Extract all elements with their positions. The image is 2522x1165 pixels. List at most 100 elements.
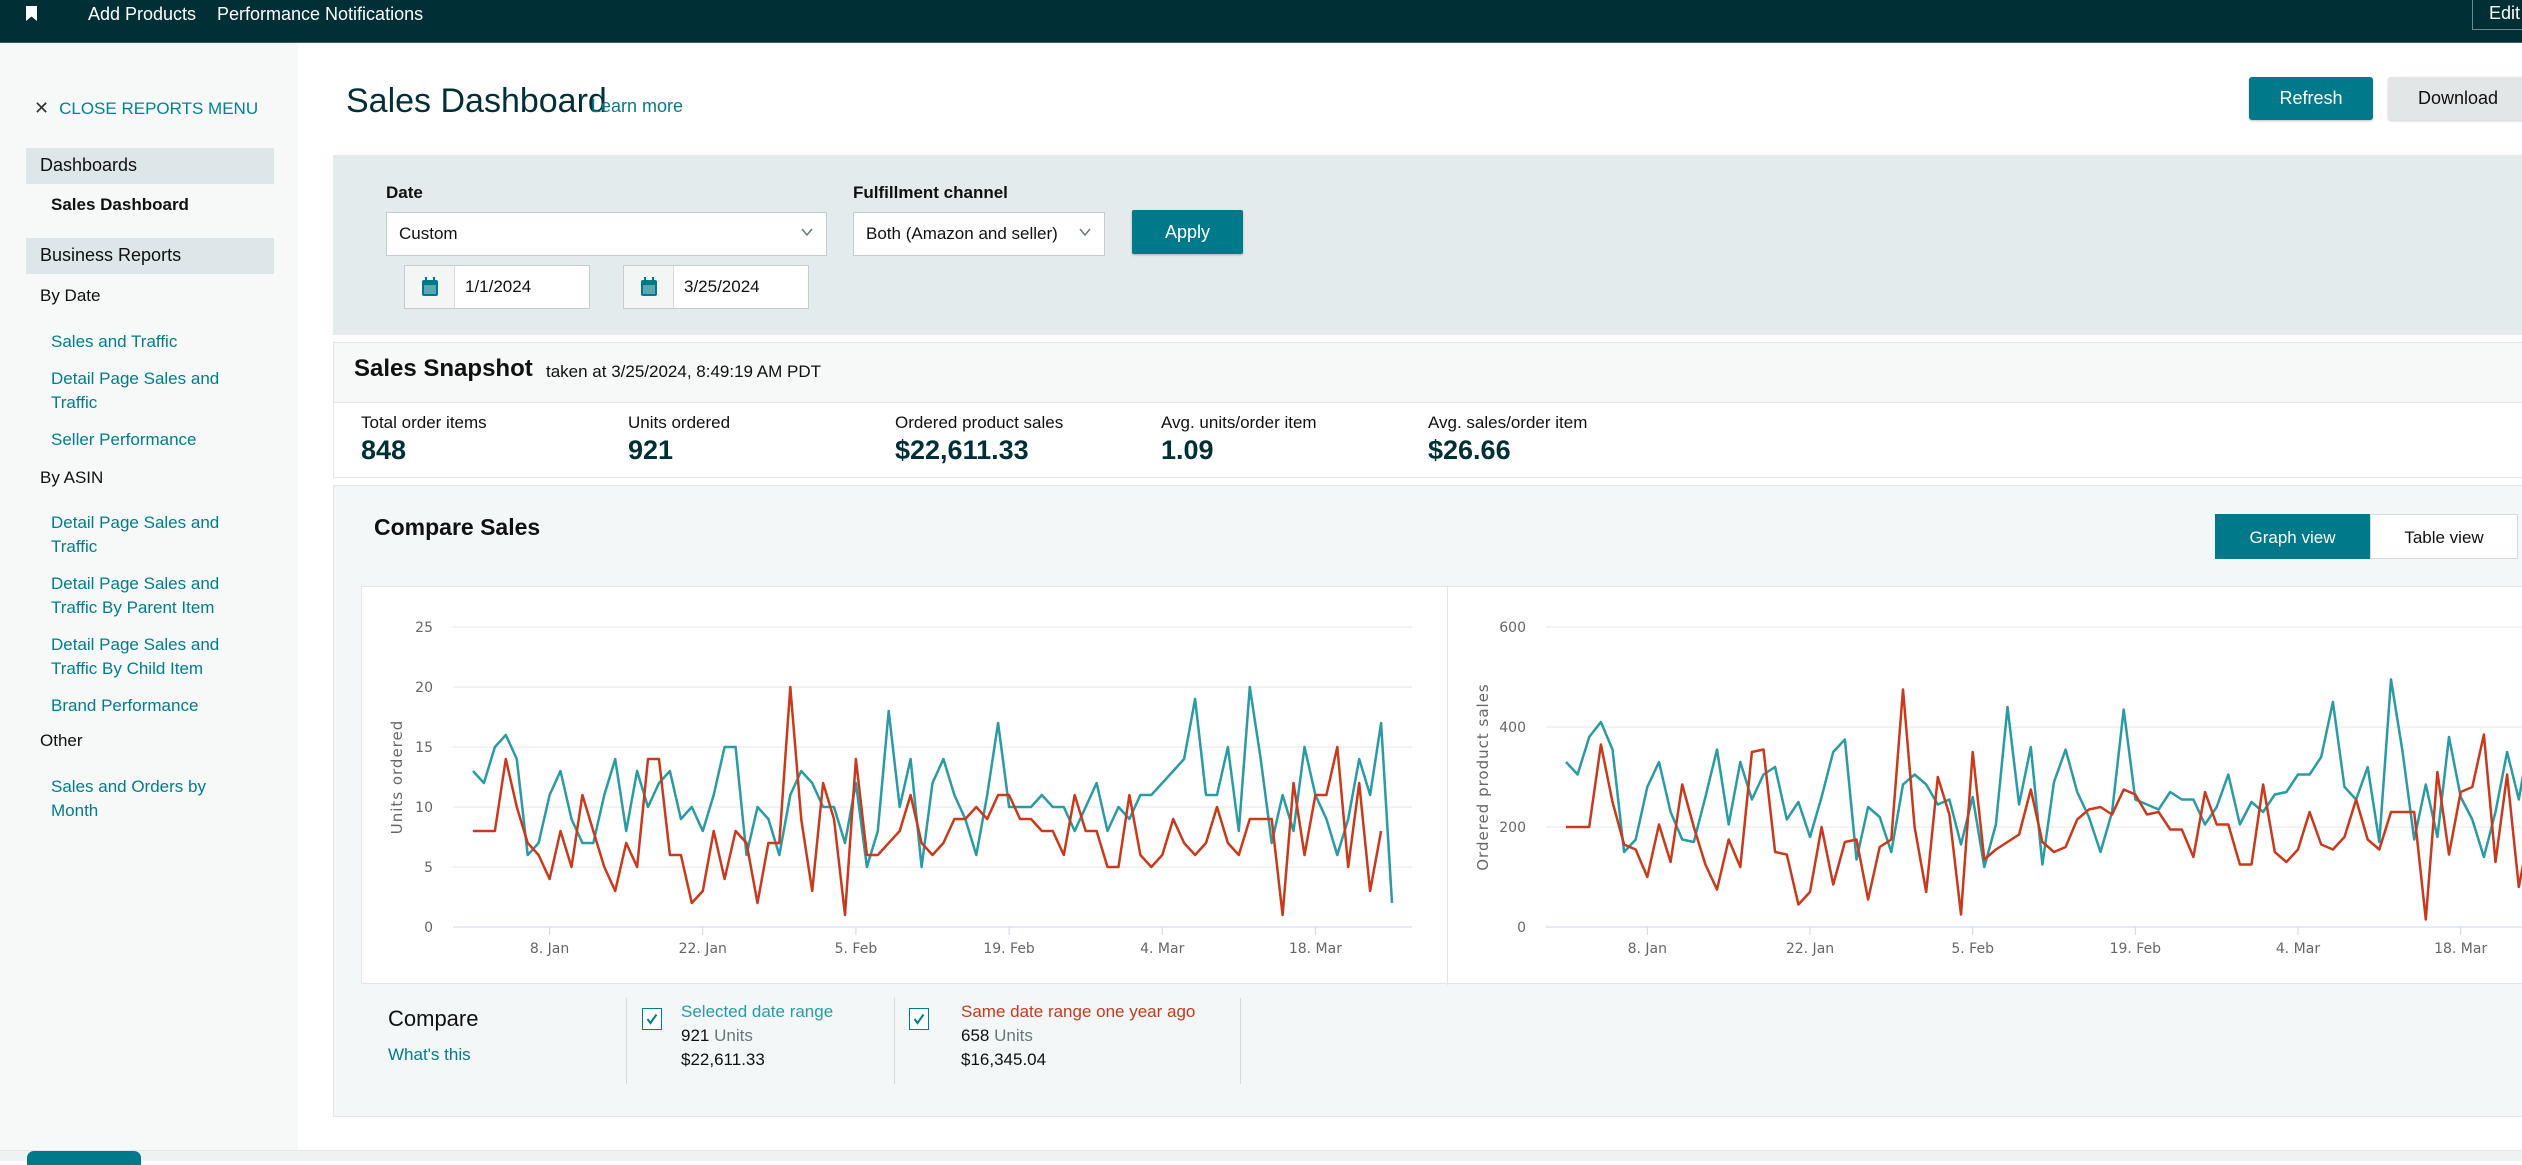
sidebar-item-asin-detail-page-sales-and-traffic[interactable]: Detail Page Sales and Traffic — [51, 511, 251, 559]
sales-snapshot-panel: Sales Snapshot taken at 3/25/2024, 8:49:… — [333, 342, 2522, 478]
fulfillment-channel-value: Both (Amazon and seller) — [866, 224, 1058, 243]
sidebar-section-business-reports: Business Reports — [26, 238, 274, 274]
x-tick-label: 22. Jan — [679, 941, 727, 957]
checkmark-icon — [646, 1013, 658, 1025]
start-date-value: 1/1/2024 — [465, 277, 532, 296]
sidebar-item-brand-performance[interactable]: Brand Performance — [51, 694, 251, 718]
sidebar-item-seller-performance[interactable]: Seller Performance — [51, 428, 251, 452]
metric-value: $26.66 — [1428, 435, 1511, 465]
metric-label: Units ordered — [628, 413, 731, 432]
edit-button[interactable]: Edit — [2472, 0, 2522, 30]
selected-range-sales: $22,611.33 — [681, 1050, 765, 1069]
sales-snapshot-title: Sales Snapshot — [354, 355, 533, 382]
sidebar-section-dashboards: Dashboards — [26, 148, 274, 184]
nav-link-add-products[interactable]: Add Products — [88, 4, 196, 25]
sidebar-item-sales-traffic-by-parent-item[interactable]: Detail Page Sales and Traffic By Parent … — [51, 572, 251, 620]
download-button[interactable]: Download — [2388, 77, 2522, 120]
sales-snapshot-timestamp: taken at 3/25/2024, 8:49:19 AM PDT — [546, 362, 822, 381]
series-line-selected-range[interactable] — [472, 685, 1394, 904]
x-tick-label: 18. Mar — [1289, 941, 1342, 957]
bottom-bar — [0, 1150, 2522, 1161]
y-axis-label: Units ordered — [388, 720, 406, 835]
top-navigation-bar: Add Products Performance Notifications E… — [0, 0, 2522, 43]
view-toggle: Graph view Table view — [2215, 514, 2518, 559]
metric-units-ordered: Units ordered 921 — [628, 413, 730, 466]
metric-avg-units-per-order-item: Avg. units/order item 1.09 — [1161, 413, 1317, 466]
calendar-icon[interactable] — [405, 266, 455, 308]
graph-view-tab[interactable]: Graph view — [2215, 514, 2370, 559]
units-label: Units — [994, 1026, 1033, 1045]
x-tick-label: 19. Feb — [983, 941, 1035, 957]
start-date-input[interactable]: 1/1/2024 — [404, 265, 590, 309]
divider — [1240, 998, 1241, 1084]
last-year-checkbox[interactable] — [909, 1008, 929, 1030]
compare-legend: Compare What's this Selected date range … — [334, 986, 2522, 1116]
selected-range-label: Selected date range — [681, 1002, 834, 1021]
compare-sales-panel: Compare Sales Graph view Table view 0 5 10… — [333, 485, 2522, 1117]
units-value: 921 — [681, 1026, 710, 1045]
calendar-icon[interactable] — [624, 266, 674, 308]
sidebar-item-sales-and-orders-by-month[interactable]: Sales and Orders by Month — [51, 775, 251, 823]
metric-avg-sales-per-order-item: Avg. sales/order item $26.66 — [1428, 413, 1587, 466]
sales-snapshot-header: Sales Snapshot taken at 3/25/2024, 8:49:… — [334, 343, 2522, 403]
metric-total-order-items: Total order items 848 — [361, 413, 487, 466]
last-year-sales: $16,345.04 — [961, 1050, 1047, 1069]
bookmark-icon[interactable] — [26, 6, 37, 21]
units-label: Units — [714, 1026, 753, 1045]
series-line-selected-range[interactable] — [1565, 678, 2522, 903]
sidebar-group-by-asin: By ASIN — [40, 468, 104, 487]
last-year-units: 658 Units — [961, 1026, 1033, 1046]
selected-range-checkbox[interactable] — [642, 1008, 662, 1030]
refresh-button[interactable]: Refresh — [2249, 77, 2373, 120]
end-date-value: 3/25/2024 — [684, 277, 760, 296]
sidebar-item-detail-page-sales-and-traffic[interactable]: Detail Page Sales and Traffic — [51, 367, 251, 415]
compare-label: Compare — [388, 1006, 479, 1031]
nav-link-performance-notifications[interactable]: Performance Notifications — [217, 4, 423, 25]
units-ordered-chart: 0 5 10 15 20 25 Units ordered 8. Jan 22. Jan 5. F… — [388, 620, 1412, 957]
date-label: Date — [386, 183, 423, 202]
divider — [626, 998, 627, 1084]
x-tick-label: 4. Mar — [2276, 941, 2320, 957]
close-reports-menu-label: CLOSE REPORTS MENU — [59, 98, 259, 118]
whats-this-link[interactable]: What's this — [388, 1045, 471, 1065]
sidebar-item-sales-and-traffic[interactable]: Sales and Traffic — [51, 330, 251, 354]
y-axis-label: Ordered product sales — [1474, 683, 1492, 871]
y-tick-label: 20 — [415, 680, 433, 696]
series-line-last-year[interactable] — [473, 685, 1383, 917]
x-tick-label: 19. Feb — [2110, 941, 2162, 957]
sidebar-item-sales-traffic-by-child-item[interactable]: Detail Page Sales and Traffic By Child I… — [51, 633, 251, 681]
close-reports-menu-button[interactable]: ✕ CLOSE REPORTS MENU — [34, 98, 258, 119]
x-tick-label: 4. Mar — [1140, 941, 1184, 957]
y-tick-label: 0 — [424, 920, 433, 936]
metric-label: Avg. units/order item — [1161, 413, 1317, 432]
x-tick-label: 18. Mar — [2434, 941, 2487, 957]
table-view-tab[interactable]: Table view — [2370, 514, 2518, 559]
series-line-last-year[interactable] — [1566, 688, 2522, 921]
y-tick-label: 25 — [415, 620, 433, 636]
end-date-input[interactable]: 3/25/2024 — [623, 265, 809, 309]
selected-range-units: 921 Units — [681, 1026, 753, 1046]
charts-container: 0 5 10 15 20 25 Units ordered 8. Jan 22. Jan 5. F… — [361, 586, 2522, 985]
sidebar-group-by-date: By Date — [40, 286, 101, 305]
x-tick-label: 8. Jan — [530, 941, 569, 957]
date-range-value: Custom — [399, 224, 458, 243]
y-tick-label: 0 — [1517, 920, 1526, 936]
metric-value: 1.09 — [1161, 435, 1214, 465]
sidebar-group-other: Other — [40, 731, 83, 750]
ordered-product-sales-chart: 0 200 400 600 Ordered product sales 8. Jan 22.… — [1474, 620, 2522, 957]
learn-more-link[interactable]: Learn more — [591, 96, 683, 117]
metric-ordered-product-sales: Ordered product sales $22,611.33 — [895, 413, 1063, 466]
date-range-select[interactable]: Custom — [386, 212, 827, 256]
metric-value: $22,611.33 — [895, 435, 1029, 465]
apply-button[interactable]: Apply — [1132, 210, 1243, 254]
sidebar-item-sales-dashboard[interactable]: Sales Dashboard — [51, 195, 189, 215]
bottom-action-button[interactable] — [27, 1151, 141, 1165]
y-tick-label: 5 — [424, 860, 433, 876]
metric-value: 848 — [361, 435, 407, 465]
y-tick-label: 600 — [1499, 620, 1526, 636]
page-title: Sales Dashboard — [346, 82, 607, 120]
fulfillment-channel-select[interactable]: Both (Amazon and seller) — [853, 212, 1105, 256]
checkmark-icon — [913, 1013, 925, 1025]
metric-label: Total order items — [361, 413, 487, 432]
compare-sales-title: Compare Sales — [374, 514, 541, 540]
